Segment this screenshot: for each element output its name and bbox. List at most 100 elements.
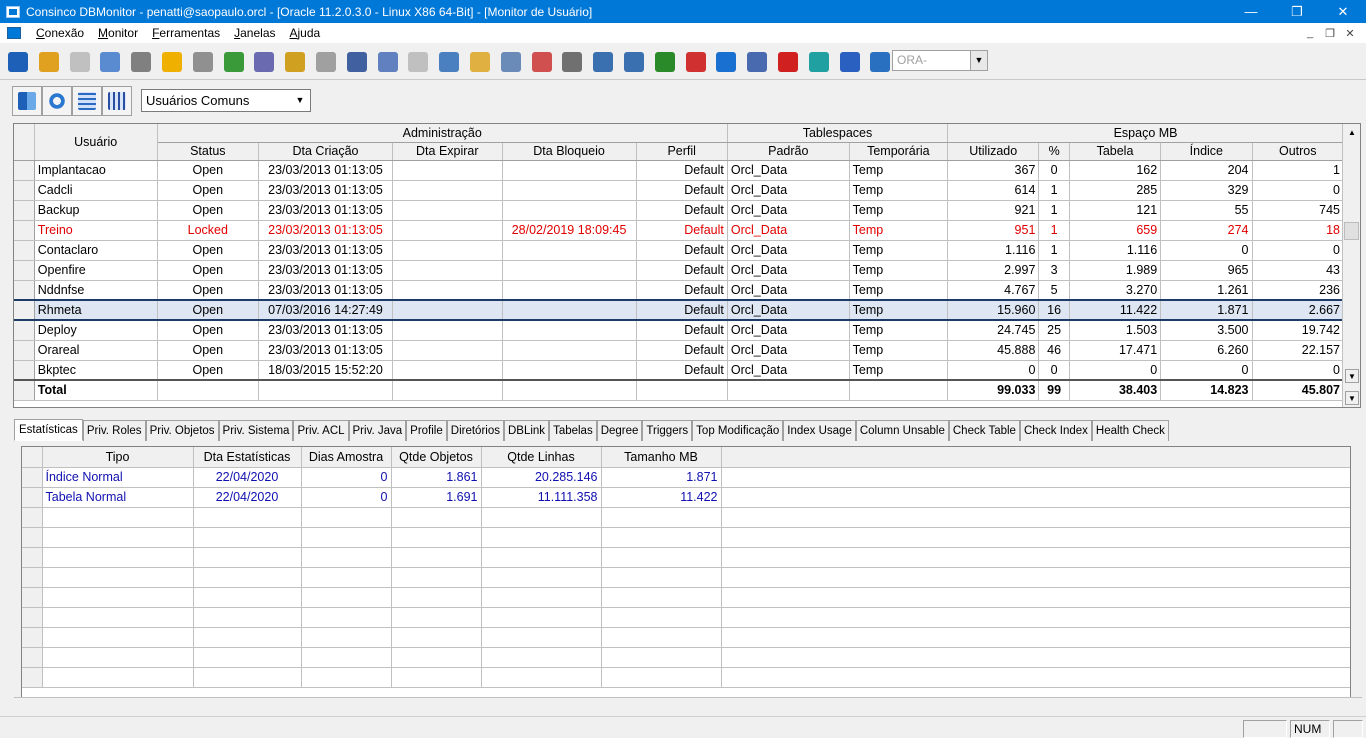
- tab-tabelas[interactable]: Tabelas: [549, 420, 597, 441]
- row-indicator[interactable]: [14, 180, 35, 201]
- row-indicator[interactable]: [14, 299, 35, 321]
- close-button[interactable]: ✕: [1320, 0, 1366, 23]
- maximize-button[interactable]: ❐: [1274, 0, 1320, 23]
- minimize-button[interactable]: —: [1228, 0, 1274, 23]
- tab-priv-sistema[interactable]: Priv. Sistema: [218, 420, 294, 441]
- clock-icon[interactable]: [281, 48, 309, 76]
- table-row[interactable]: Orareal Open 23/03/2013 01:13:05 Default Orc…: [14, 340, 1344, 361]
- columns-icon[interactable]: [102, 86, 132, 116]
- table-row[interactable]: Backup Open 23/03/2013 01:13:05 Default Orcl…: [14, 200, 1344, 221]
- glasses-icon[interactable]: [189, 48, 217, 76]
- menu-monitor[interactable]: Monitor: [91, 26, 145, 40]
- mdi-minimize-button[interactable]: _: [1300, 27, 1320, 39]
- column-header[interactable]: Status: [157, 142, 260, 161]
- menu-janelas[interactable]: Janelas: [227, 26, 282, 40]
- table-row[interactable]: Openfire Open 23/03/2013 01:13:05 Default Or…: [14, 260, 1344, 281]
- user-filter-select[interactable]: Usuários Comuns ▼: [141, 89, 311, 112]
- tab-estat-sticas[interactable]: Estatísticas: [14, 419, 83, 441]
- tab-diret-rios[interactable]: Diretórios: [446, 420, 504, 441]
- column-header[interactable]: Padrão: [727, 142, 850, 161]
- export-icon[interactable]: [589, 48, 617, 76]
- scroll-down-icon[interactable]: ▼: [1345, 369, 1359, 383]
- column-header[interactable]: Dta Criação: [258, 142, 393, 161]
- table-row[interactable]: Deploy Open 23/03/2013 01:13:05 Default Orcl…: [14, 320, 1344, 341]
- info-icon[interactable]: [712, 48, 740, 76]
- tab-degree[interactable]: Degree: [596, 420, 643, 441]
- row-indicator[interactable]: [14, 240, 35, 261]
- pages-icon[interactable]: [374, 48, 402, 76]
- tab-priv-roles[interactable]: Priv. Roles: [82, 420, 146, 441]
- table-row[interactable]: Bkptec Open 18/03/2015 15:52:20 Default Orcl…: [14, 360, 1344, 381]
- column-header[interactable]: Dta Estatísticas: [193, 447, 302, 468]
- users-grid-scrollbar[interactable]: ▲ ▼ ▼: [1342, 124, 1360, 407]
- column-header[interactable]: %: [1038, 142, 1070, 161]
- exit-icon[interactable]: [12, 86, 42, 116]
- row-indicator[interactable]: [14, 260, 35, 281]
- tab-dblink[interactable]: DBLink: [503, 420, 550, 441]
- row-indicator[interactable]: [14, 320, 35, 341]
- mdi-restore-button[interactable]: ❐: [1320, 27, 1340, 40]
- tab-top-modifica-o[interactable]: Top Modificação: [692, 420, 784, 441]
- tab-priv-acl[interactable]: Priv. ACL: [293, 420, 349, 441]
- refresh-icon[interactable]: [42, 86, 72, 116]
- tab-priv-java[interactable]: Priv. Java: [348, 420, 407, 441]
- tab-triggers[interactable]: Triggers: [642, 420, 693, 441]
- column-header[interactable]: Tamanho MB: [601, 447, 722, 468]
- lock-icon[interactable]: [127, 48, 155, 76]
- note-icon[interactable]: [466, 48, 494, 76]
- chart-icon[interactable]: [651, 48, 679, 76]
- star-icon[interactable]: [158, 48, 186, 76]
- database-icon[interactable]: [312, 48, 340, 76]
- people-icon[interactable]: [620, 48, 648, 76]
- alarm-icon[interactable]: [682, 48, 710, 76]
- menu-ferramentas[interactable]: Ferramentas: [145, 26, 227, 40]
- table-row[interactable]: Nddnfse Open 23/03/2013 01:13:05 Default Orc…: [14, 280, 1344, 301]
- mdi-child-icon[interactable]: [7, 27, 21, 39]
- list-icon[interactable]: [558, 48, 586, 76]
- table-row[interactable]: Tabela Normal 22/04/2020 0 1.691 11.111.358 1…: [22, 487, 1350, 508]
- row-indicator[interactable]: [14, 200, 35, 221]
- disconnect-icon[interactable]: [4, 48, 32, 76]
- tab-index-usage[interactable]: Index Usage: [783, 420, 856, 441]
- tab-health-check[interactable]: Health Check: [1091, 420, 1169, 441]
- chevron-down-icon[interactable]: ▼: [970, 51, 987, 70]
- row-indicator[interactable]: [14, 160, 35, 181]
- column-header[interactable]: Qtde Objetos: [391, 447, 482, 468]
- table-row[interactable]: Treino Locked 23/03/2013 01:13:05 28/02/201…: [14, 220, 1344, 241]
- table-row[interactable]: Índice Normal 22/04/2020 0 1.861 20.285.146 1…: [22, 467, 1350, 488]
- tab-check-index[interactable]: Check Index: [1019, 420, 1092, 441]
- column-header[interactable]: Dias Amostra: [301, 447, 392, 468]
- column-header[interactable]: Temporária: [849, 142, 949, 161]
- calendar-icon[interactable]: [528, 48, 556, 76]
- calculator-icon[interactable]: [743, 48, 771, 76]
- users-icon[interactable]: [343, 48, 371, 76]
- back-icon[interactable]: [836, 48, 864, 76]
- table-row[interactable]: Rhmeta Open 07/03/2016 14:27:49 Default Orcl…: [14, 299, 1344, 321]
- chevron-down-icon[interactable]: ▼: [292, 92, 308, 109]
- ora-error-combo[interactable]: ORA- ▼: [892, 50, 988, 71]
- column-header[interactable]: Utilizado: [947, 142, 1040, 161]
- key-icon[interactable]: [35, 48, 63, 76]
- row-indicator[interactable]: [14, 340, 35, 361]
- column-header[interactable]: Tipo: [42, 447, 194, 468]
- column-header[interactable]: Dta Bloqueio: [502, 142, 637, 161]
- tab-priv-objetos[interactable]: Priv. Objetos: [145, 420, 219, 441]
- scroll-thumb[interactable]: [1344, 222, 1359, 240]
- column-header[interactable]: Perfil: [636, 142, 728, 161]
- sql-icon[interactable]: [250, 48, 278, 76]
- tab-profile[interactable]: Profile: [406, 420, 447, 441]
- oracle-icon[interactable]: [774, 48, 802, 76]
- user-icon[interactable]: [96, 48, 124, 76]
- report-icon[interactable]: [435, 48, 463, 76]
- row-indicator[interactable]: [14, 220, 35, 241]
- tab-column-unsable[interactable]: Column Unsable: [855, 420, 949, 441]
- book-icon[interactable]: [866, 48, 894, 76]
- menu-ajuda[interactable]: Ajuda: [283, 26, 328, 40]
- menu-conexao[interactable]: Conexão: [29, 26, 91, 40]
- search-key-icon[interactable]: [66, 48, 94, 76]
- scroll-up-icon[interactable]: ▲: [1345, 126, 1359, 140]
- grid-icon[interactable]: [72, 86, 102, 116]
- table-row[interactable]: Implantacao Open 23/03/2013 01:13:05 Defaul…: [14, 160, 1344, 181]
- row-indicator[interactable]: [14, 360, 35, 381]
- calendar-grid-icon[interactable]: [497, 48, 525, 76]
